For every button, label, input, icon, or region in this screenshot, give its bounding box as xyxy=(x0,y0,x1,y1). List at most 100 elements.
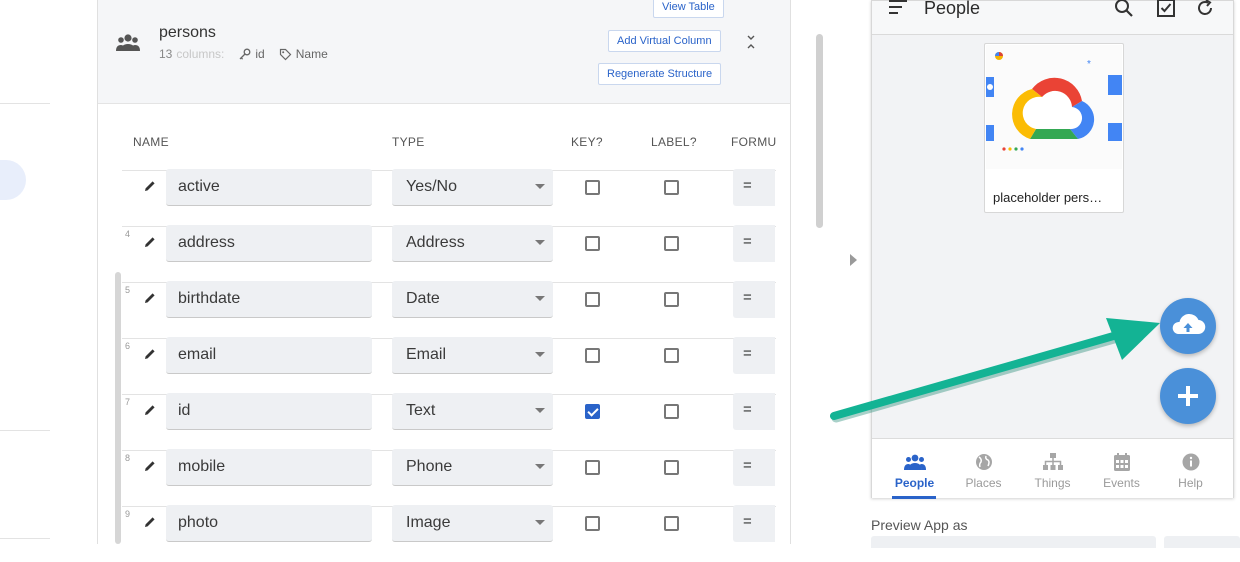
label-checkbox[interactable] xyxy=(664,516,679,531)
column-type-value: Yes/No xyxy=(406,178,457,195)
column-name-field[interactable]: id xyxy=(166,393,372,430)
column-name-field[interactable]: active xyxy=(166,169,372,206)
column-type-select[interactable]: Text xyxy=(392,393,553,430)
key-checkbox[interactable] xyxy=(585,404,600,419)
selected-nav-pill[interactable] xyxy=(0,160,26,200)
nav-label: Help xyxy=(1178,476,1203,490)
collapse-icon[interactable] xyxy=(745,34,757,50)
divider xyxy=(0,103,50,104)
pencil-icon[interactable] xyxy=(143,291,157,305)
header-type: TYPE xyxy=(392,135,425,149)
column-type-select[interactable]: Yes/No xyxy=(392,169,553,206)
row-number: 7 xyxy=(125,397,131,407)
menu-icon[interactable] xyxy=(889,0,907,15)
add-virtual-column-button[interactable]: Add Virtual Column xyxy=(608,30,721,52)
nav-label: Things xyxy=(1034,476,1071,490)
nav-item-people[interactable]: People xyxy=(880,439,949,499)
pencil-icon[interactable] xyxy=(143,235,157,249)
app-top-bar: People xyxy=(872,0,1233,35)
card-label: placeholder pers… xyxy=(993,190,1103,205)
column-name-field[interactable]: photo xyxy=(166,505,372,542)
formula-field[interactable]: = xyxy=(733,169,775,206)
column-type-select[interactable]: Date xyxy=(392,281,553,318)
column-type-value: Date xyxy=(406,290,440,307)
key-checkbox[interactable] xyxy=(585,516,600,531)
label-checkbox[interactable] xyxy=(664,460,679,475)
column-type-select[interactable]: Image xyxy=(392,505,553,542)
table-row: 6 email Email = xyxy=(98,337,790,394)
column-type-select[interactable]: Address xyxy=(392,225,553,262)
header-formula: FORMU xyxy=(731,135,777,149)
add-button[interactable] xyxy=(1160,368,1216,424)
caret-down-icon xyxy=(535,352,545,357)
expand-arrow-icon[interactable] xyxy=(850,254,857,266)
column-name-field[interactable]: mobile xyxy=(166,449,372,486)
caret-down-icon xyxy=(535,408,545,413)
info-icon xyxy=(1182,453,1200,471)
label-checkbox[interactable] xyxy=(664,180,679,195)
column-type-value: Image xyxy=(406,514,451,531)
app-preview: People * placeholder pers… People Places… xyxy=(871,0,1234,499)
search-icon[interactable] xyxy=(1114,0,1134,18)
cloud-upload-icon xyxy=(1172,313,1206,335)
label-checkbox[interactable] xyxy=(664,348,679,363)
preview-apply-button[interactable] xyxy=(1164,536,1240,548)
table-name: persons xyxy=(159,24,216,41)
nav-item-help[interactable]: Help xyxy=(1156,439,1225,499)
pencil-icon[interactable] xyxy=(143,459,157,473)
table-row: active Yes/No = xyxy=(98,169,790,226)
key-checkbox[interactable] xyxy=(585,348,600,363)
column-headers: NAME TYPE KEY? LABEL? FORMU xyxy=(98,104,790,170)
pencil-icon[interactable] xyxy=(143,347,157,361)
nav-item-places[interactable]: Places xyxy=(949,439,1018,499)
google-cloud-logo: * xyxy=(986,45,1122,169)
columns-count: 13 xyxy=(159,47,173,61)
caret-down-icon xyxy=(535,520,545,525)
formula-field[interactable]: = xyxy=(733,449,775,486)
key-checkbox[interactable] xyxy=(585,180,600,195)
upload-button[interactable] xyxy=(1160,298,1216,354)
key-checkbox[interactable] xyxy=(585,292,600,307)
formula-field[interactable]: = xyxy=(733,505,775,542)
nav-item-things[interactable]: Things xyxy=(1018,439,1087,499)
caret-down-icon xyxy=(535,464,545,469)
calendar-icon xyxy=(1114,453,1130,471)
nav-item-events[interactable]: Events xyxy=(1087,439,1156,499)
formula-field[interactable]: = xyxy=(733,225,775,262)
panel-scrollbar[interactable] xyxy=(816,34,823,228)
formula-field[interactable]: = xyxy=(733,337,775,374)
sync-icon[interactable] xyxy=(1195,0,1215,18)
globe-icon xyxy=(976,454,992,470)
key-icon xyxy=(239,48,251,60)
divider xyxy=(0,538,50,539)
column-name-field[interactable]: email xyxy=(166,337,372,374)
label-checkbox[interactable] xyxy=(664,404,679,419)
column-type-value: Address xyxy=(406,234,465,251)
bottom-navigation: People Places Things Events Help xyxy=(872,438,1233,499)
row-number: 6 xyxy=(125,341,131,351)
checkbox-icon[interactable] xyxy=(1156,0,1176,18)
pencil-icon[interactable] xyxy=(143,515,157,529)
key-checkbox[interactable] xyxy=(585,236,600,251)
column-type-select[interactable]: Phone xyxy=(392,449,553,486)
row-number: 9 xyxy=(125,509,131,519)
preview-user-field[interactable] xyxy=(871,536,1156,548)
column-type-value: Phone xyxy=(406,458,453,475)
table-row: 4 address Address = xyxy=(98,225,790,282)
label-checkbox[interactable] xyxy=(664,292,679,307)
column-type-select[interactable]: Email xyxy=(392,337,553,374)
formula-field[interactable]: = xyxy=(733,393,775,430)
pencil-icon[interactable] xyxy=(143,403,157,417)
column-name-field[interactable]: birthdate xyxy=(166,281,372,318)
regenerate-structure-button[interactable]: Regenerate Structure xyxy=(598,63,722,85)
column-name-field[interactable]: address xyxy=(166,225,372,262)
list-item[interactable]: * placeholder pers… xyxy=(984,43,1124,213)
key-checkbox[interactable] xyxy=(585,460,600,475)
view-table-button[interactable]: View Table xyxy=(653,0,724,18)
svg-text:*: * xyxy=(1087,59,1091,70)
formula-field[interactable]: = xyxy=(733,281,775,318)
label-checkbox[interactable] xyxy=(664,236,679,251)
people-icon xyxy=(116,34,140,51)
pencil-icon[interactable] xyxy=(143,179,157,193)
plus-icon xyxy=(1178,386,1198,406)
